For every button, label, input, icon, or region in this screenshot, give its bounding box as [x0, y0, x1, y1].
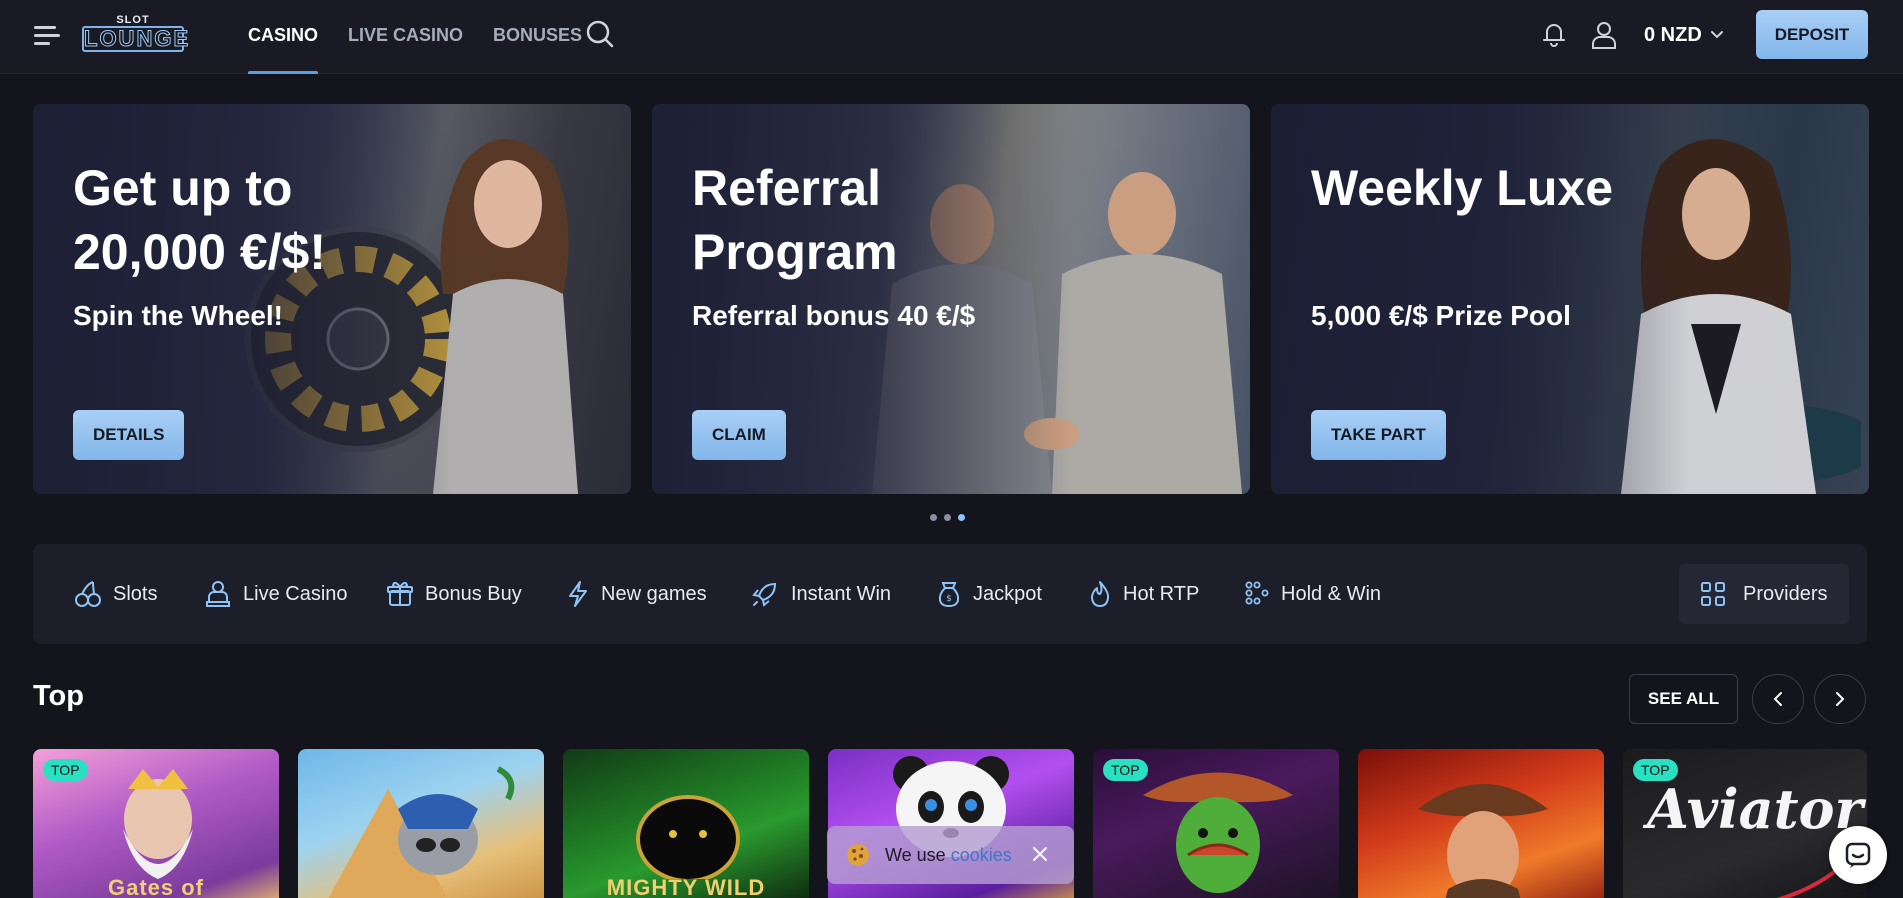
category-live-casino[interactable]: Live Casino [205, 576, 348, 612]
game-tile[interactable] [1358, 749, 1604, 898]
providers-label: Providers [1743, 582, 1828, 605]
carousel-dots [930, 514, 965, 521]
game-tile[interactable] [298, 749, 544, 898]
panther-illustration [636, 795, 740, 879]
cookie-text: We use [885, 844, 946, 865]
game-tile[interactable]: TOP Gates of [33, 749, 279, 898]
carousel-dot[interactable] [930, 514, 937, 521]
cherries-icon [75, 581, 101, 607]
close-icon[interactable] [1030, 844, 1050, 864]
flame-icon [1091, 581, 1110, 607]
promo-banner-weekly-luxe[interactable]: Weekly Luxe 5,000 €/$ Prize Pool TAKE PA… [1271, 104, 1869, 494]
game-tile[interactable]: Aviator TOP [1623, 749, 1867, 898]
menu-icon[interactable] [34, 24, 62, 48]
banner-title: Get up to 20,000 €/$! [73, 160, 326, 280]
game-title: Aviator [1647, 777, 1863, 841]
providers-button[interactable]: Providers [1679, 564, 1849, 624]
cookie-link[interactable]: cookies [951, 845, 1012, 866]
site-logo[interactable]: SLOT LOUNGE [82, 14, 191, 54]
cactus-cowboy-illustration [1143, 772, 1293, 893]
banner-title: Referral Program [692, 160, 898, 280]
category-new-games[interactable]: New games [567, 576, 707, 612]
logo-main-text: LOUNGE [82, 26, 191, 52]
main-nav: CASINO LIVE CASINO BONUSES [248, 0, 612, 74]
logo-top-text: SLOT [116, 14, 150, 26]
grid-icon [1701, 582, 1725, 606]
claim-button[interactable]: CLAIM [692, 410, 786, 460]
category-label: Live Casino [243, 582, 348, 605]
nav-casino[interactable]: CASINO [248, 0, 319, 74]
banner-subtitle: Spin the Wheel! [73, 300, 283, 331]
explorer-illustration [1418, 784, 1548, 898]
user-icon[interactable] [1590, 20, 1618, 50]
next-arrow-button[interactable] [1814, 674, 1866, 724]
cookie-icon [847, 844, 869, 866]
chevron-down-icon [1710, 31, 1723, 39]
deposit-button[interactable]: DEPOSIT [1756, 10, 1868, 59]
promo-banner-wheel[interactable]: Get up to 20,000 €/$! Spin the Wheel! DE… [33, 104, 631, 494]
category-label: Slots [113, 582, 158, 605]
top-badge: TOP [1103, 759, 1148, 781]
game-tile[interactable]: MIGHTY WILD [563, 749, 809, 898]
nav-live-casino[interactable]: LIVE CASINO [348, 0, 463, 74]
game-title: MIGHTY WILD [606, 875, 766, 898]
category-label: Bonus Buy [425, 582, 522, 605]
prev-arrow-button[interactable] [1752, 674, 1804, 724]
category-slots[interactable]: Slots [75, 576, 157, 612]
carousel-dot-active[interactable] [958, 514, 965, 521]
banner-subtitle: 5,000 €/$ Prize Pool [1311, 300, 1571, 331]
category-label: New games [601, 582, 707, 605]
game-tile[interactable]: TOP [1093, 749, 1339, 898]
cookie-banner: We use cookies [827, 826, 1074, 884]
take-part-button[interactable]: TAKE PART [1311, 410, 1446, 460]
game-title: Gates of [107, 875, 205, 898]
category-label: Instant Win [791, 582, 892, 605]
grid-dots-icon [1245, 581, 1269, 605]
category-hot-rtp[interactable]: Hot RTP [1089, 576, 1199, 612]
promo-banner-referral[interactable]: Referral Program Referral bonus 40 €/$ C… [652, 104, 1250, 494]
raccoon-pharaoh-illustration [328, 766, 515, 898]
lightning-icon [569, 581, 587, 607]
top-header: SLOT LOUNGE CASINO LIVE CASINO BONUSES 0… [0, 0, 1903, 74]
search-icon[interactable] [584, 18, 616, 50]
see-all-button[interactable]: SEE ALL [1629, 674, 1738, 724]
gift-icon [387, 581, 413, 606]
balance-value: 0 NZD [1644, 23, 1702, 46]
category-bar: Slots Live Casino Bonus Buy New games In… [33, 544, 1867, 644]
top-badge: TOP [1633, 759, 1678, 781]
category-label: Jackpot [973, 582, 1042, 605]
chevron-left-icon [1773, 692, 1782, 706]
banner-subtitle: Referral bonus 40 €/$ [692, 300, 976, 331]
carousel-dot[interactable] [944, 514, 951, 521]
category-hold-win[interactable]: Hold & Win [1245, 576, 1381, 612]
nav-bonuses[interactable]: BONUSES [493, 0, 582, 74]
category-bonus-buy[interactable]: Bonus Buy [387, 576, 522, 612]
details-button[interactable]: DETAILS [73, 410, 185, 460]
balance-selector[interactable]: 0 NZD [1644, 20, 1724, 50]
category-instant-win[interactable]: Instant Win [751, 576, 891, 612]
chevron-right-icon [1836, 692, 1845, 706]
section-title-top: Top [33, 680, 84, 712]
money-bag-icon: $ [938, 582, 960, 608]
chat-button[interactable] [1829, 826, 1887, 884]
category-label: Hot RTP [1123, 582, 1200, 605]
dealer-icon [206, 581, 230, 607]
chat-icon [1845, 842, 1871, 868]
bell-icon[interactable] [1540, 20, 1568, 48]
top-badge: TOP [43, 759, 88, 781]
category-label: Hold & Win [1281, 582, 1382, 605]
rocket-icon [752, 582, 777, 607]
svg-text:$: $ [946, 594, 952, 604]
banner-title: Weekly Luxe [1311, 160, 1614, 216]
category-jackpot[interactable]: $ Jackpot [937, 576, 1042, 612]
